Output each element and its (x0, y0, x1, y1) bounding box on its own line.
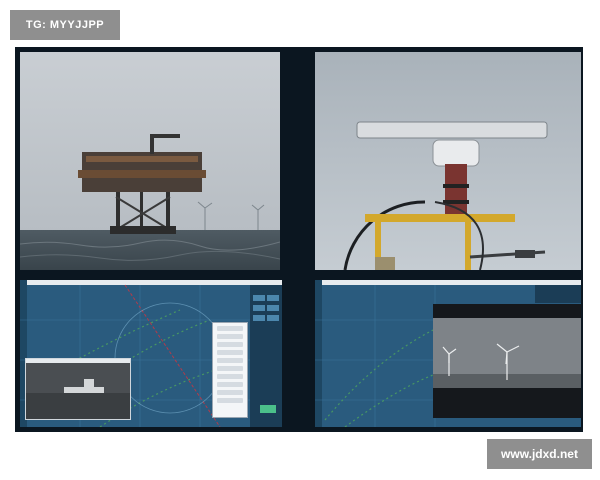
thermal-camera-feed[interactable] (25, 358, 131, 420)
control-panel[interactable] (212, 322, 248, 418)
status-indicator (260, 405, 276, 413)
radar-antenna-photo (315, 52, 581, 270)
video-wall (15, 47, 583, 432)
wind-turbine-camera-feed[interactable] (433, 304, 581, 418)
sea-chart-with-thermal-camera[interactable] (20, 280, 282, 427)
watermark-bottom-right: www.jdxd.net (487, 439, 592, 469)
watermark-top-left: TG: MYYJJPP (10, 10, 120, 40)
offshore-platform-photo (20, 52, 280, 270)
sea-chart-with-wind-turbine-camera[interactable] (315, 280, 581, 427)
